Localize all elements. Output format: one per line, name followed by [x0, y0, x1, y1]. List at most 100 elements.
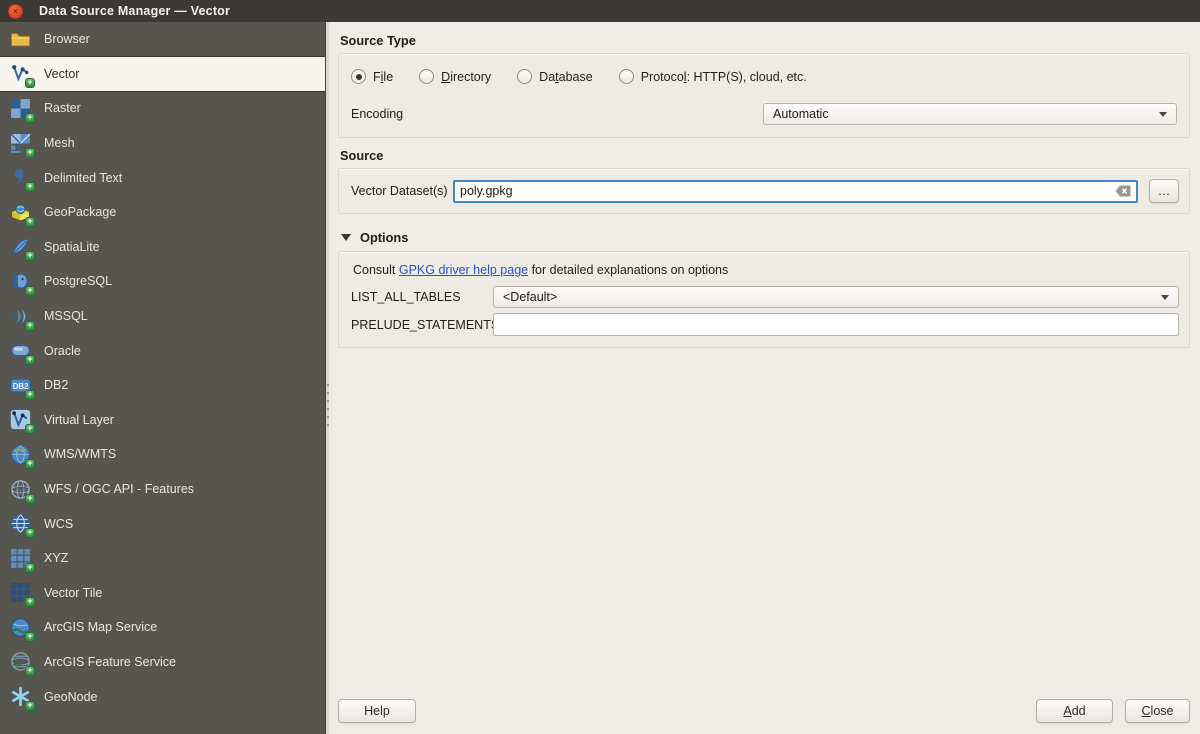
sidebar-item-wcs[interactable]: WCS — [0, 506, 325, 541]
sidebar-item-wfs-ogc-api-features[interactable]: WFS / OGC API - Features — [0, 472, 325, 507]
list-all-tables-row: LIST_ALL_TABLES <Default> — [351, 286, 1179, 308]
dialog-body: Browser Vector Raster Mesh Delimited Text Geo… — [0, 22, 1200, 734]
sidebar-item-postgresql[interactable]: PostgreSQL — [0, 264, 325, 299]
sidebar-item-label: WMS/WMTS — [44, 447, 117, 462]
collapse-triangle-icon[interactable] — [341, 234, 351, 241]
sidebar-item-label: XYZ — [44, 551, 69, 566]
sidebar-item-arcgis-feature-service[interactable]: ArcGIS Feature Service — [0, 645, 325, 680]
radio-protocol[interactable]: Protocol: HTTP(S), cloud, etc. — [618, 69, 807, 84]
oracle-icon — [10, 340, 35, 366]
encoding-combobox[interactable]: Automatic — [763, 103, 1177, 125]
sidebar-item-label: Oracle — [44, 343, 81, 358]
add-layer-plus-badge — [25, 597, 35, 608]
virtual-layer-icon — [10, 409, 35, 435]
radio-directory[interactable]: Directory — [419, 69, 491, 84]
geonode-icon — [10, 686, 35, 712]
chevron-down-icon — [1161, 294, 1169, 300]
sidebar-item-label: Raster — [44, 101, 81, 116]
options-groupbox: Consult GPKG driver help page for detail… — [338, 251, 1190, 348]
add-layer-plus-badge — [25, 528, 35, 539]
list-all-tables-combobox[interactable]: <Default> — [493, 286, 1179, 308]
sidebar-item-arcgis-map-service[interactable]: ArcGIS Map Service — [0, 610, 325, 645]
vector-dataset-label: Vector Dataset(s) — [351, 184, 448, 198]
sidebar-splitter-handle[interactable] — [325, 22, 329, 734]
xyz-icon — [10, 548, 35, 573]
sidebar-item-delimited-text[interactable]: Delimited Text — [0, 160, 325, 195]
sidebar-item-label: Vector Tile — [44, 585, 103, 600]
browse-files-button[interactable]: … — [1149, 179, 1179, 203]
options-collapse-header[interactable]: Options — [341, 230, 1190, 245]
radio-directory-indicator[interactable] — [419, 69, 435, 84]
sidebar-item-vector-tile[interactable]: Vector Tile — [0, 576, 325, 611]
sidebar-item-db2[interactable]: DB2 DB2 — [0, 368, 325, 403]
source-type-radio-group: File Directory Database Protocol: HTTP(S… — [351, 69, 1177, 84]
wms-wmts-icon — [10, 444, 35, 469]
sidebar-item-browser[interactable]: Browser — [0, 22, 325, 57]
sidebar-item-vector[interactable]: Vector — [0, 56, 325, 92]
sidebar-item-label: Mesh — [44, 136, 75, 151]
sidebar-item-label: WFS / OGC API - Features — [44, 482, 195, 497]
arcgis-map-service-icon — [10, 617, 35, 642]
window-titlebar: Data Source Manager — Vector — [0, 0, 1200, 22]
add-button[interactable]: Add — [1036, 699, 1113, 723]
arcgis-feature-service-icon — [10, 651, 35, 677]
prelude-statements-row: PRELUDE_STATEMENTS — [351, 313, 1179, 336]
geopackage-icon — [10, 202, 35, 227]
sidebar-item-oracle[interactable]: Oracle — [0, 333, 325, 368]
vector-dataset-input[interactable] — [453, 179, 1138, 203]
window-title: Data Source Manager — Vector — [39, 4, 231, 18]
add-layer-plus-badge — [25, 355, 35, 366]
sidebar-item-label: GeoPackage — [44, 205, 117, 220]
add-layer-plus-badge — [25, 285, 35, 296]
sidebar-item-label: SpatiaLite — [44, 239, 100, 254]
sidebar-item-label: Browser — [44, 32, 90, 47]
add-layer-plus-badge — [25, 147, 35, 158]
prelude-statements-input[interactable] — [493, 313, 1179, 336]
add-layer-plus-badge — [25, 216, 35, 227]
sidebar-item-label: Delimited Text — [44, 170, 123, 185]
add-layer-plus-badge — [25, 112, 35, 123]
add-layer-plus-badge — [25, 251, 35, 262]
add-layer-plus-badge — [25, 78, 35, 89]
add-layer-plus-badge — [25, 320, 35, 331]
mesh-layer-icon — [10, 133, 35, 158]
sidebar-item-mssql[interactable]: MSSQL — [0, 299, 325, 334]
radio-database[interactable]: Database — [517, 69, 593, 84]
sidebar-item-label: Virtual Layer — [44, 412, 114, 427]
folder-icon — [10, 29, 31, 50]
vector-tile-icon — [10, 582, 35, 608]
sidebar-item-spatialite[interactable]: SpatiaLite — [0, 230, 325, 265]
sidebar-item-virtual-layer[interactable]: Virtual Layer — [0, 403, 325, 438]
source-groupbox: Vector Dataset(s) … — [338, 168, 1190, 214]
sidebar-item-label: Vector — [44, 66, 80, 81]
sidebar-item-xyz[interactable]: XYZ — [0, 541, 325, 576]
mssql-icon — [10, 306, 35, 331]
sidebar-item-geopackage[interactable]: GeoPackage — [0, 195, 325, 230]
help-button[interactable]: Help — [338, 699, 416, 723]
add-layer-plus-badge — [25, 424, 35, 435]
consult-suffix: for detailed explanations on options — [528, 263, 729, 277]
sidebar-item-label: ArcGIS Feature Service — [44, 654, 176, 669]
close-button[interactable]: Close — [1125, 699, 1190, 723]
sidebar-item-geonode[interactable]: GeoNode — [0, 679, 325, 714]
consult-help-line: Consult GPKG driver help page for detail… — [353, 263, 1179, 277]
radio-database-indicator[interactable] — [517, 69, 533, 84]
source-type-header: Source Type — [340, 33, 416, 48]
gpkg-driver-help-link[interactable]: GPKG driver help page — [399, 263, 528, 277]
add-layer-plus-badge — [25, 493, 35, 504]
sidebar-item-label: ArcGIS Map Service — [44, 620, 158, 635]
radio-file-indicator[interactable] — [351, 69, 366, 84]
radio-protocol-indicator[interactable] — [618, 69, 634, 84]
vector-dataset-input-wrap — [453, 179, 1138, 203]
vector-source-panel: Source Type File Directory Database Prot — [329, 22, 1200, 734]
dialog-button-box: Help Add Close — [338, 699, 1190, 724]
clear-text-icon[interactable] — [1115, 185, 1131, 197]
radio-file[interactable]: File — [351, 69, 393, 84]
add-layer-plus-badge — [25, 631, 35, 642]
sidebar-item-label: PostgreSQL — [44, 274, 113, 289]
close-icon[interactable] — [8, 3, 23, 19]
add-layer-plus-badge — [25, 389, 35, 400]
sidebar-item-wms-wmts[interactable]: WMS/WMTS — [0, 437, 325, 472]
sidebar-item-mesh[interactable]: Mesh — [0, 126, 325, 161]
sidebar-item-raster[interactable]: Raster — [0, 91, 325, 126]
